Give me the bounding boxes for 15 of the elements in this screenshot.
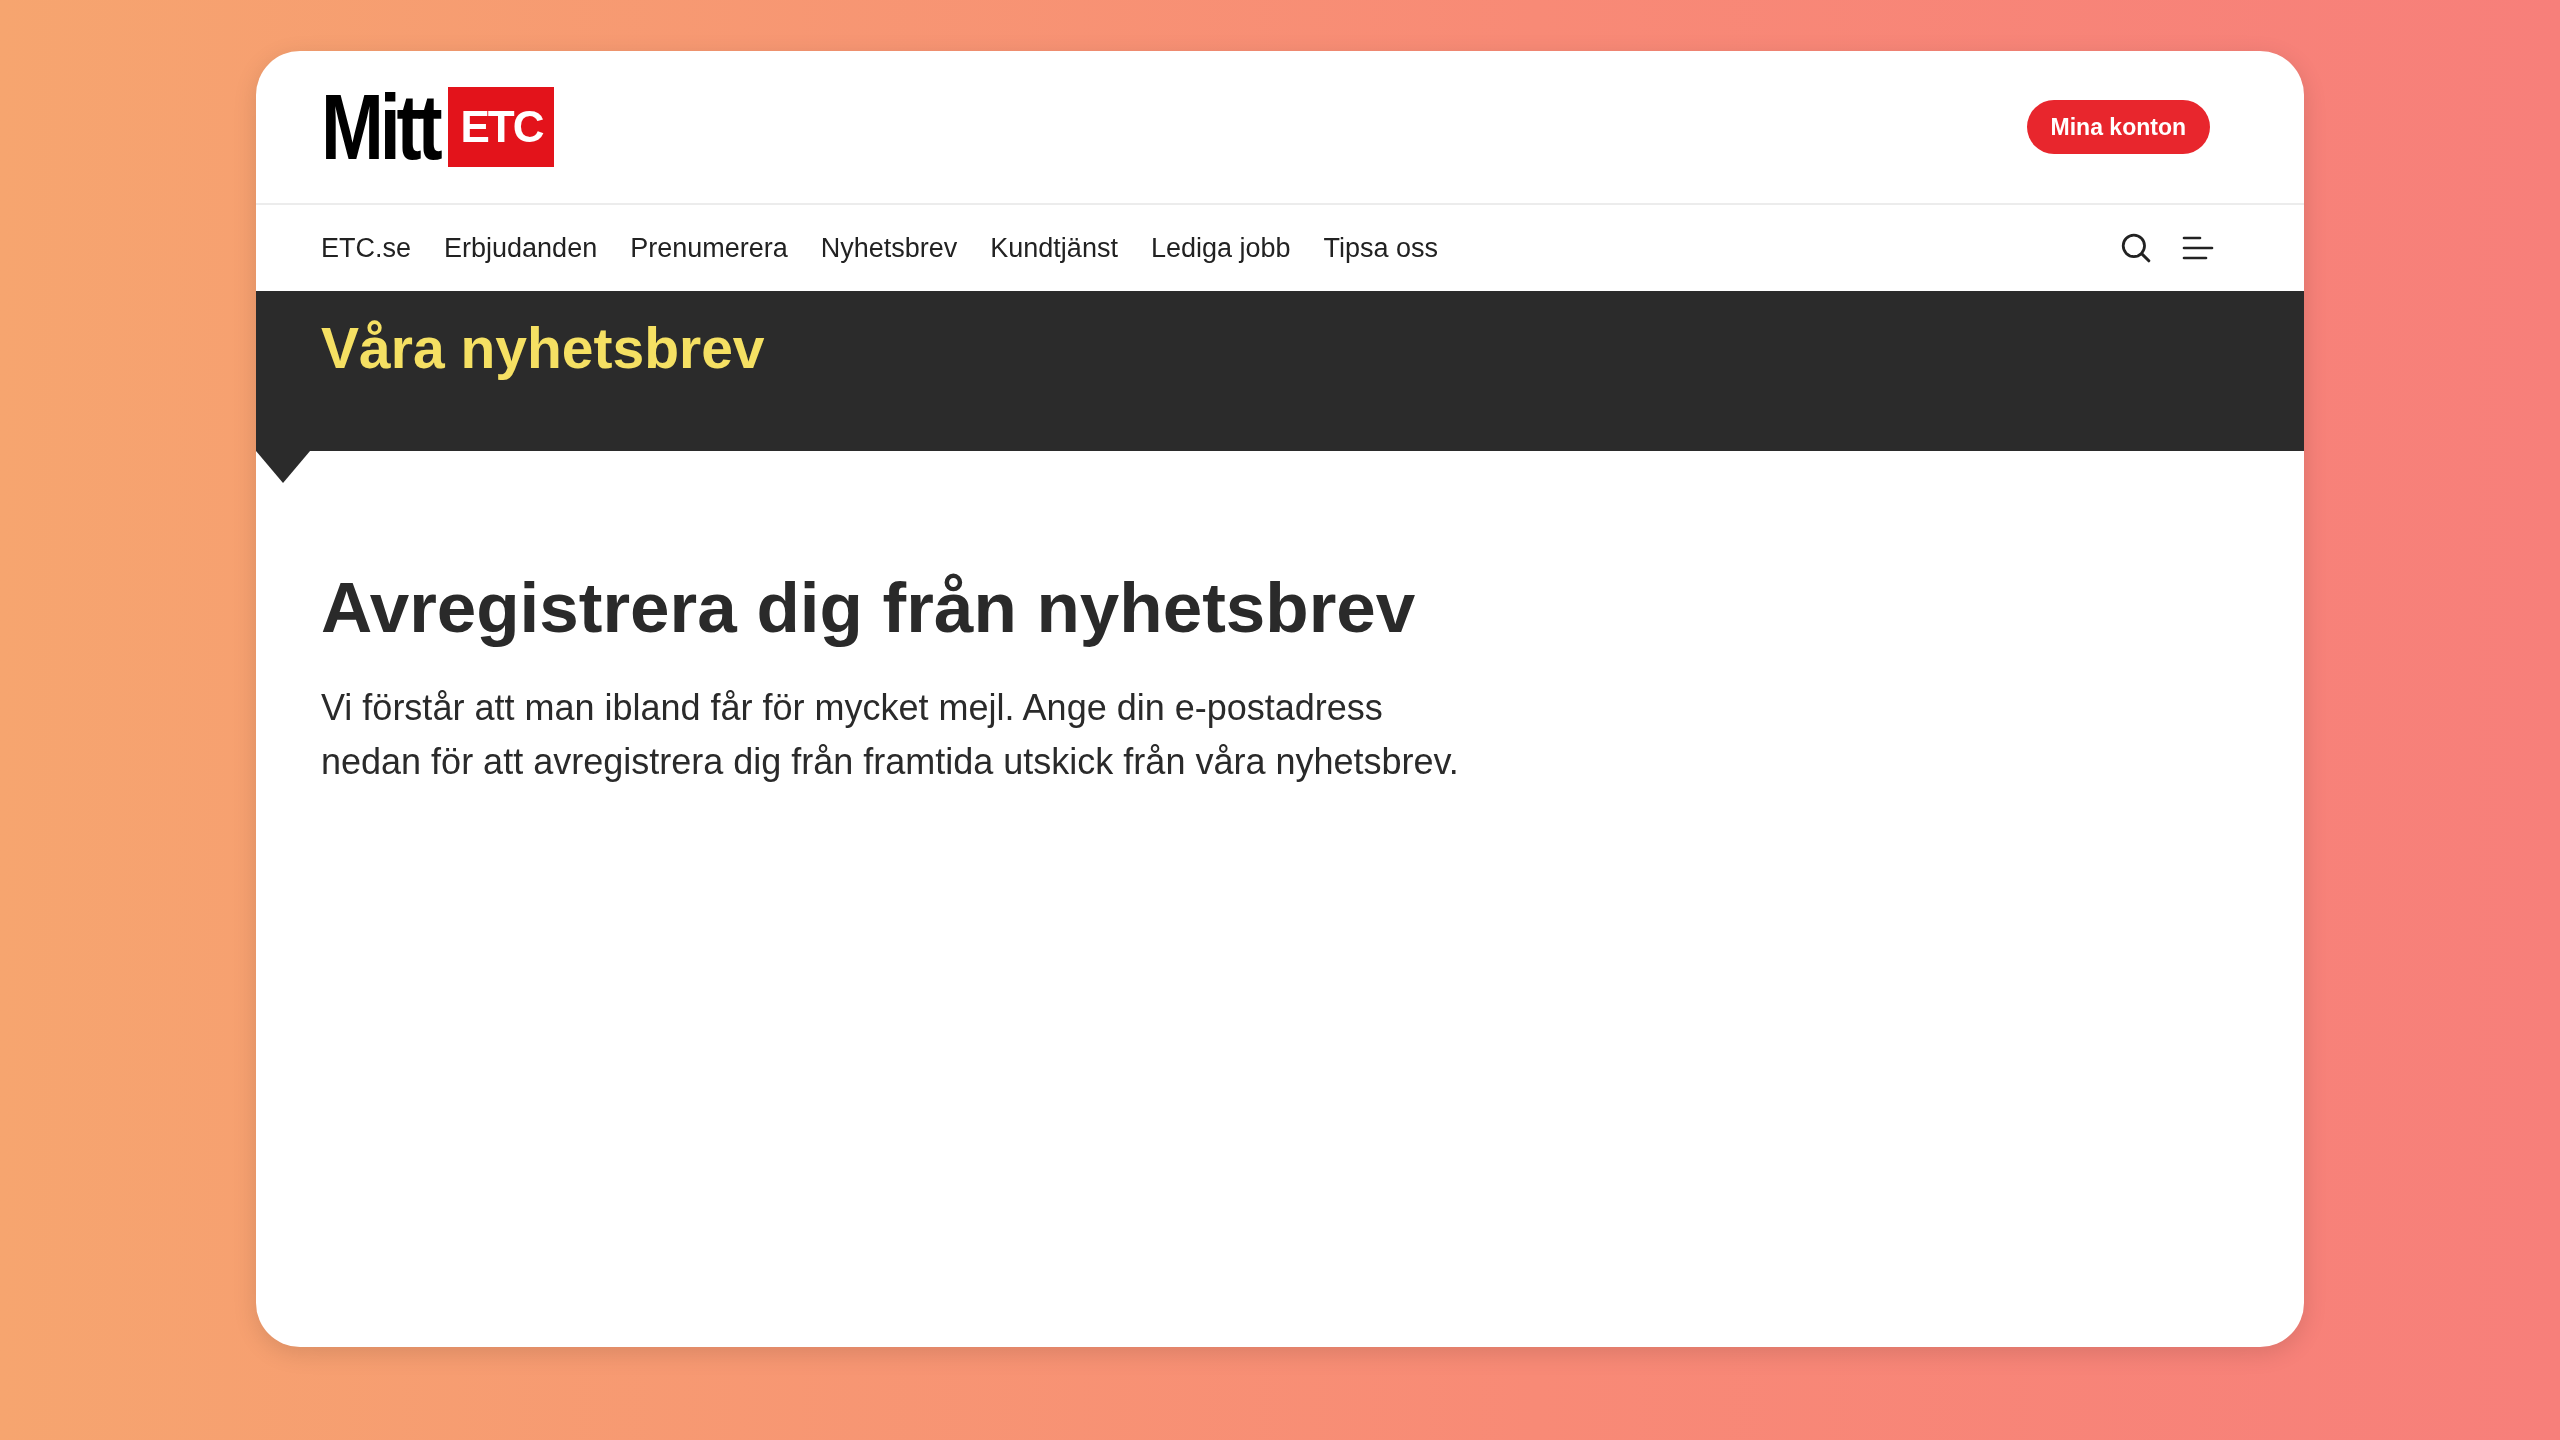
search-icon[interactable] [2120,232,2152,264]
nav-link[interactable]: Nyhetsbrev [820,232,958,264]
nav-link[interactable]: Kundtjänst [990,232,1118,264]
nav-link[interactable]: Lediga jobb [1150,232,1291,264]
banner-title: Våra nyhetsbrev [321,317,766,380]
menu-icon[interactable] [2182,235,2214,261]
nav-link[interactable]: Erbjudanden [444,232,598,264]
logo-wordmark[interactable]: Mitt [321,87,439,167]
nav-link[interactable]: Prenumerera [630,232,788,264]
page-heading: Avregistrera dig från nyhetsbrev [321,569,1417,648]
account-button[interactable]: Mina konton [2026,100,2210,154]
logo-badge[interactable]: ETC [448,87,555,167]
nav-link[interactable]: Tipsa oss [1323,232,1439,264]
nav-link[interactable]: ETC.se [321,232,412,264]
intro-paragraph: Vi förstår att man ibland får för mycket mejl. Ange din e-postadress nedan för att avregistrera dig från framtida utskick från våra nyhetsbrev. [321,686,1460,785]
